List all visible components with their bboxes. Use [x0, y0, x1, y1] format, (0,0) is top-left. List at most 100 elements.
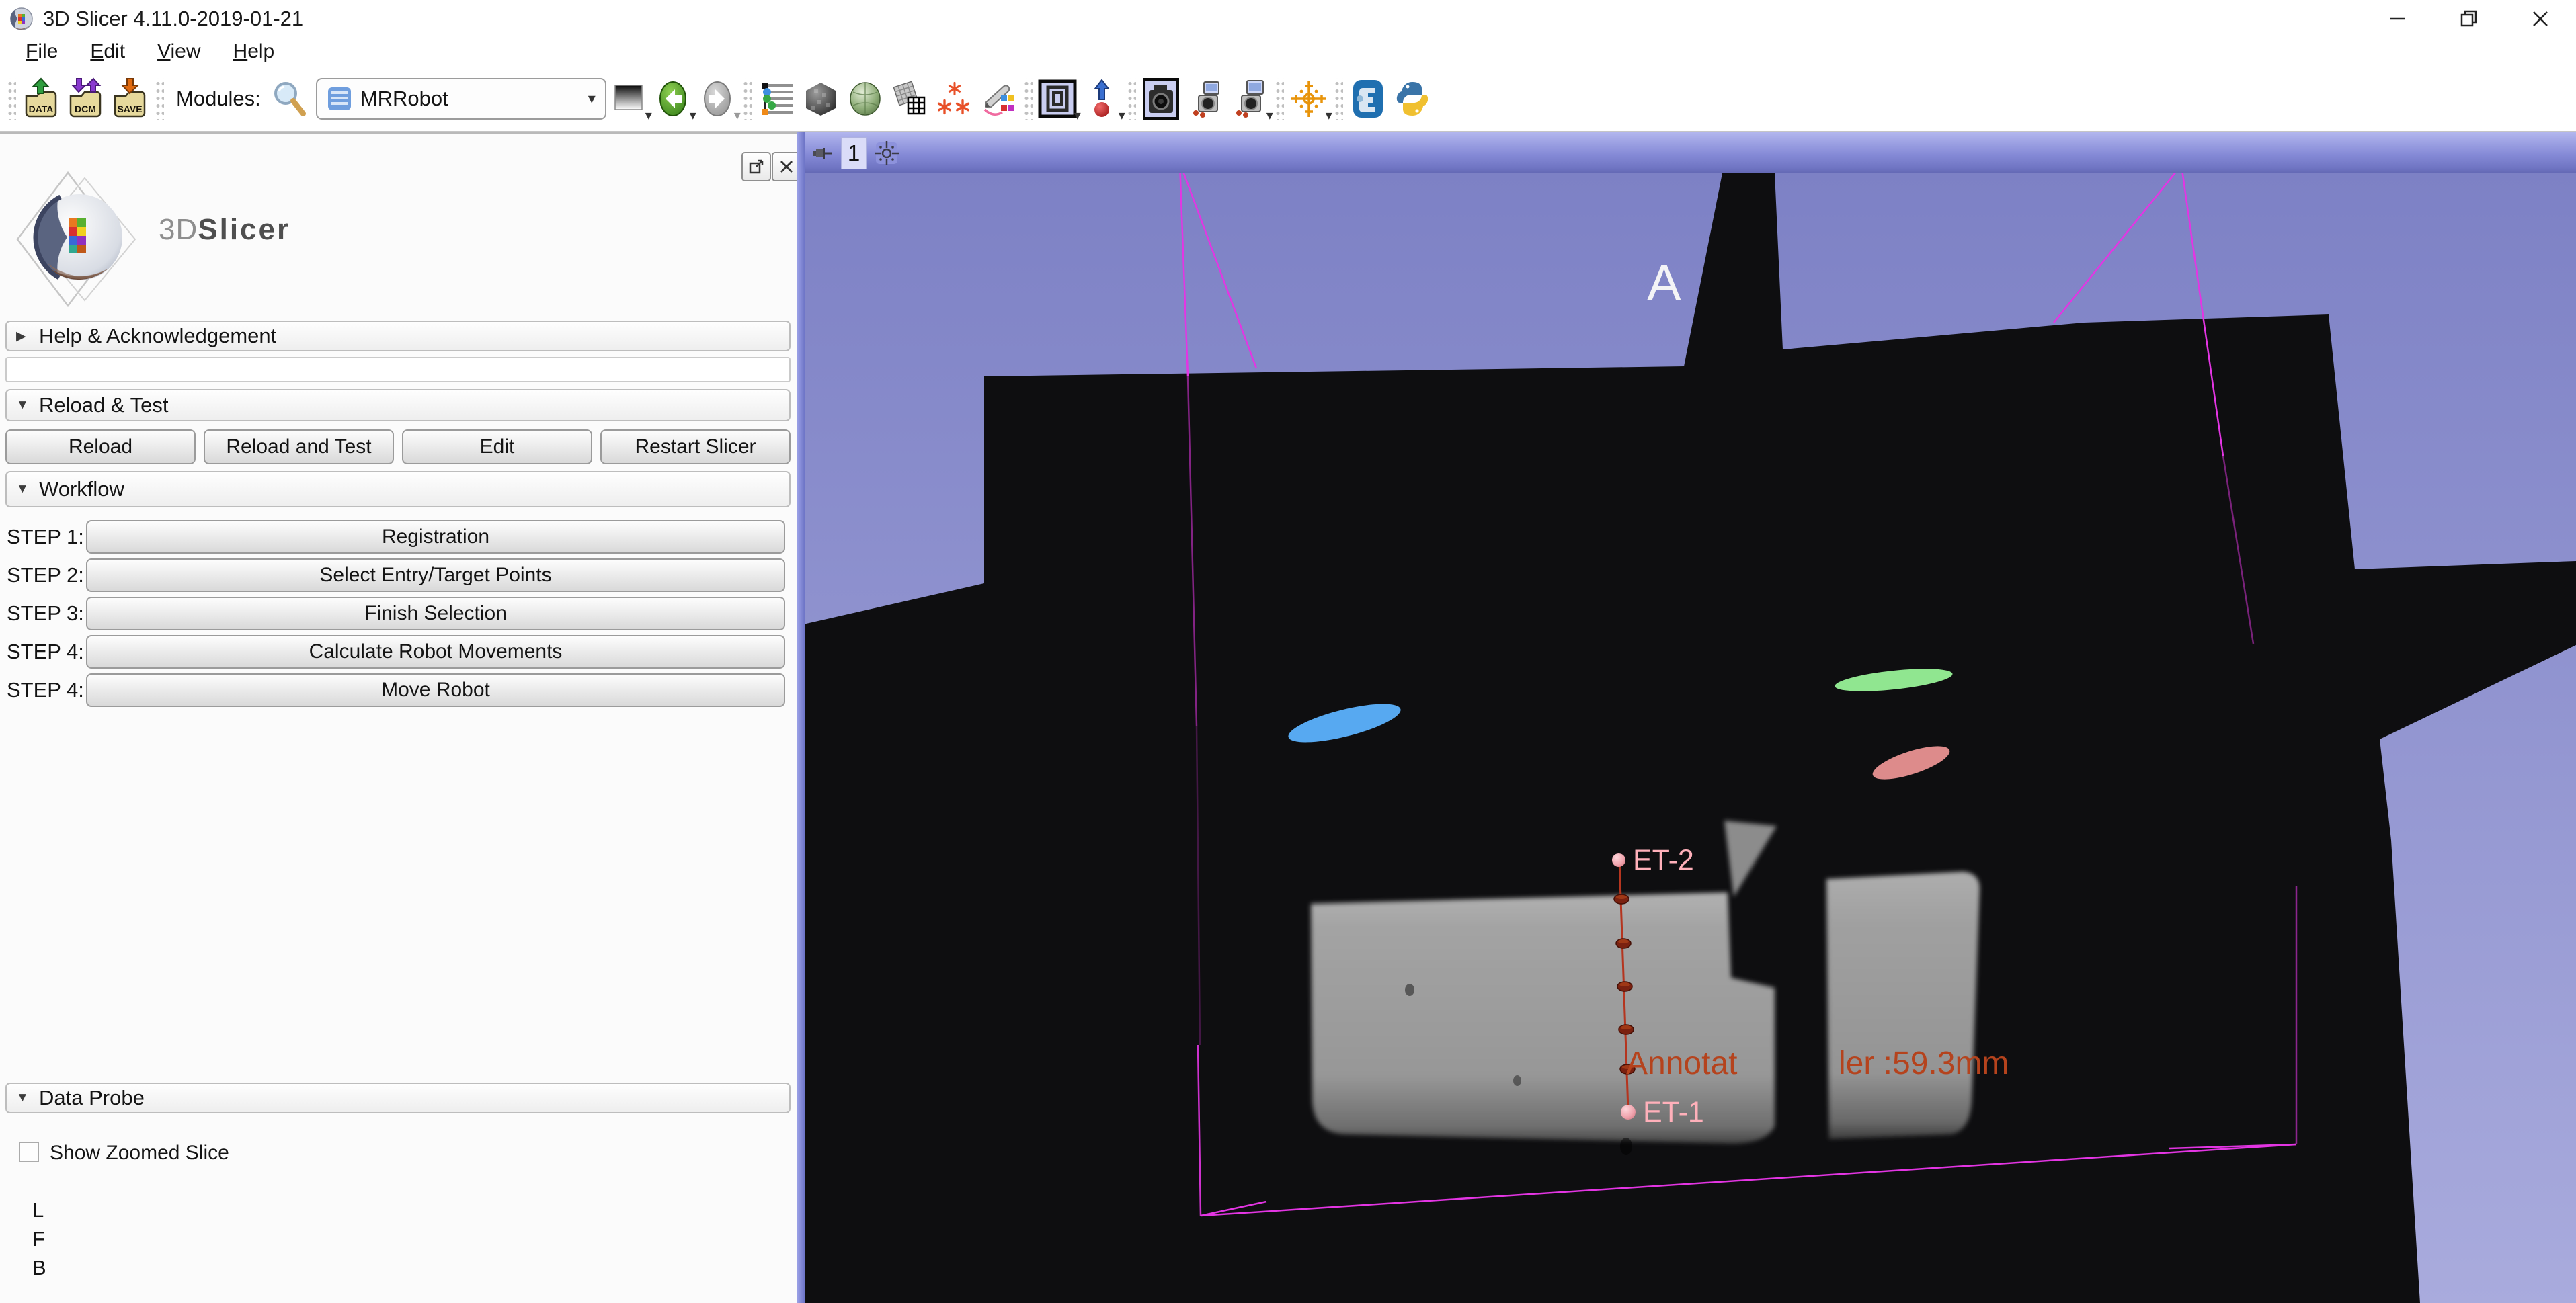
layout-3d-only-icon	[1037, 79, 1078, 119]
history-back-button[interactable]: ▾	[652, 77, 694, 121]
extensions-manager-button[interactable]	[1347, 77, 1389, 121]
toolbar-grip[interactable]	[7, 78, 16, 120]
workflow-step-row: STEP 4: Move Robot	[0, 673, 797, 706]
modules-label: Modules:	[176, 87, 261, 111]
finish-selection-button[interactable]: Finish Selection	[86, 597, 785, 630]
help-content-box	[5, 357, 791, 382]
chevron-down-icon: ▾	[1119, 109, 1125, 122]
scene-view-save-button[interactable]	[1184, 77, 1226, 121]
data-module-icon	[758, 80, 795, 118]
ruler-label-left: Annotat	[1626, 1046, 1737, 1081]
threed-viewport[interactable]: A ET-2 ET-1 Annotat ler :59.3mm	[805, 173, 2576, 1303]
minimize-button[interactable]	[2362, 0, 2433, 37]
screenshot-button[interactable]	[1140, 77, 1182, 121]
toolbar-grip[interactable]	[1275, 78, 1284, 120]
close-icon	[779, 159, 794, 174]
view-options-crosshair-icon[interactable]	[873, 140, 900, 167]
module-selector-value: MRRobot	[360, 87, 588, 111]
fiducial-et1-label: ET-1	[1643, 1096, 1704, 1128]
workflow-step-row: STEP 1: Registration	[0, 520, 797, 552]
step-label: STEP 2:	[7, 563, 84, 587]
models-module-button[interactable]	[844, 77, 886, 121]
show-zoomed-slice-checkbox[interactable]	[19, 1142, 39, 1162]
annotations-module-button[interactable]	[977, 77, 1019, 121]
close-icon	[2530, 9, 2550, 29]
menu-view[interactable]: View	[141, 37, 216, 66]
load-dicom-icon: DCM	[65, 77, 106, 120]
toolbar-grip[interactable]	[155, 78, 164, 120]
mr-slab-right	[1826, 872, 1980, 1139]
forward-icon	[699, 79, 735, 119]
save-button[interactable]: SAVE	[109, 77, 151, 121]
workflow-step-row: STEP 2: Select Entry/Target Points	[0, 558, 797, 591]
python-console-button[interactable]	[1392, 77, 1433, 121]
data-module-button[interactable]	[756, 77, 797, 121]
reload-button[interactable]: Reload	[5, 429, 196, 464]
slicer-main-window: 3D Slicer 4.11.0-2019-01-21 File Edit Vi…	[0, 0, 2576, 1303]
transforms-module-icon	[891, 80, 928, 118]
edit-button[interactable]: Edit	[402, 429, 592, 464]
calculate-robot-movements-button[interactable]: Calculate Robot Movements	[86, 635, 785, 669]
toolbar-grip[interactable]	[1023, 78, 1033, 120]
load-data-button[interactable]: DATA	[20, 77, 62, 121]
app-logo-icon	[8, 5, 35, 32]
annotations-module-icon	[979, 80, 1017, 118]
panel-scrollbar[interactable]	[797, 132, 805, 1303]
workflow-step-row: STEP 4: Calculate Robot Movements	[0, 635, 797, 667]
slab-speck	[1620, 1138, 1632, 1155]
restore-icon	[2459, 9, 2479, 29]
step-label: STEP 3:	[7, 601, 84, 626]
scene-view-restore-button[interactable]: ▾	[1229, 77, 1271, 121]
scene-view-restore-icon	[1231, 79, 1269, 118]
svg-text:DCM: DCM	[75, 103, 96, 114]
models-module-icon	[846, 80, 884, 118]
close-button[interactable]	[2505, 0, 2576, 37]
reload-test-header[interactable]: ▼ Reload & Test	[5, 389, 791, 421]
extensions-manager-icon	[1349, 79, 1387, 119]
workflow-header[interactable]: ▼ Workflow	[5, 471, 791, 507]
volumes-module-button[interactable]	[800, 77, 842, 121]
menu-edit[interactable]: Edit	[74, 37, 141, 66]
ruler-label-right: ler :59.3mm	[1839, 1046, 2009, 1081]
probe-layer-l: L	[32, 1198, 44, 1222]
fiducial-et1[interactable]	[1621, 1105, 1636, 1120]
place-point-button[interactable]: ▾	[1081, 77, 1123, 121]
step-label: STEP 1:	[7, 525, 84, 549]
threed-view: 1	[805, 132, 2576, 1303]
probe-layer-f: F	[32, 1227, 45, 1251]
restart-slicer-button[interactable]: Restart Slicer	[600, 429, 791, 464]
window-controls	[2362, 0, 2576, 37]
restore-button[interactable]	[2433, 0, 2505, 37]
chevron-down-icon: ▾	[1266, 109, 1273, 122]
menu-help[interactable]: Help	[217, 37, 291, 66]
help-acknowledgement-header[interactable]: ▶ Help & Acknowledgement	[5, 321, 791, 351]
panel-undock-button[interactable]	[741, 152, 771, 181]
fiducial-et2[interactable]	[1612, 853, 1625, 867]
module-panel: 3DSlicer ▶ Help & Acknowledgement ▼ Relo…	[0, 132, 797, 1303]
load-dicom-button[interactable]: DCM	[65, 77, 106, 121]
select-entry-target-points-button[interactable]: Select Entry/Target Points	[86, 558, 785, 592]
history-forward-button[interactable]: ▾	[696, 77, 738, 121]
svg-text:SAVE: SAVE	[117, 103, 142, 114]
module-history-button[interactable]: ▾	[608, 77, 649, 121]
search-icon	[271, 80, 309, 118]
reload-and-test-button[interactable]: Reload and Test	[204, 429, 394, 464]
move-robot-button[interactable]: Move Robot	[86, 673, 785, 707]
toolbar-grip[interactable]	[1127, 78, 1136, 120]
data-probe-header[interactable]: ▼ Data Probe	[5, 1083, 791, 1113]
crosshair-button[interactable]: ▾	[1288, 77, 1330, 121]
pin-icon[interactable]	[810, 141, 834, 165]
transforms-module-button[interactable]	[889, 77, 930, 121]
toolbar-grip[interactable]	[1334, 78, 1343, 120]
view-label-button[interactable]: 1	[841, 137, 867, 169]
menu-file[interactable]: File	[9, 37, 74, 66]
chevron-down-icon: ▾	[1074, 109, 1081, 122]
module-selector[interactable]: MRRobot ▾	[316, 78, 606, 120]
layout-selector-button[interactable]: ▾	[1037, 77, 1078, 121]
module-search-button[interactable]	[269, 77, 311, 121]
markups-module-button[interactable]	[933, 77, 975, 121]
toolbar-grip[interactable]	[742, 78, 752, 120]
registration-button[interactable]: Registration	[86, 520, 785, 554]
workflow-label: Workflow	[39, 477, 124, 501]
svg-text:DATA: DATA	[29, 103, 54, 114]
